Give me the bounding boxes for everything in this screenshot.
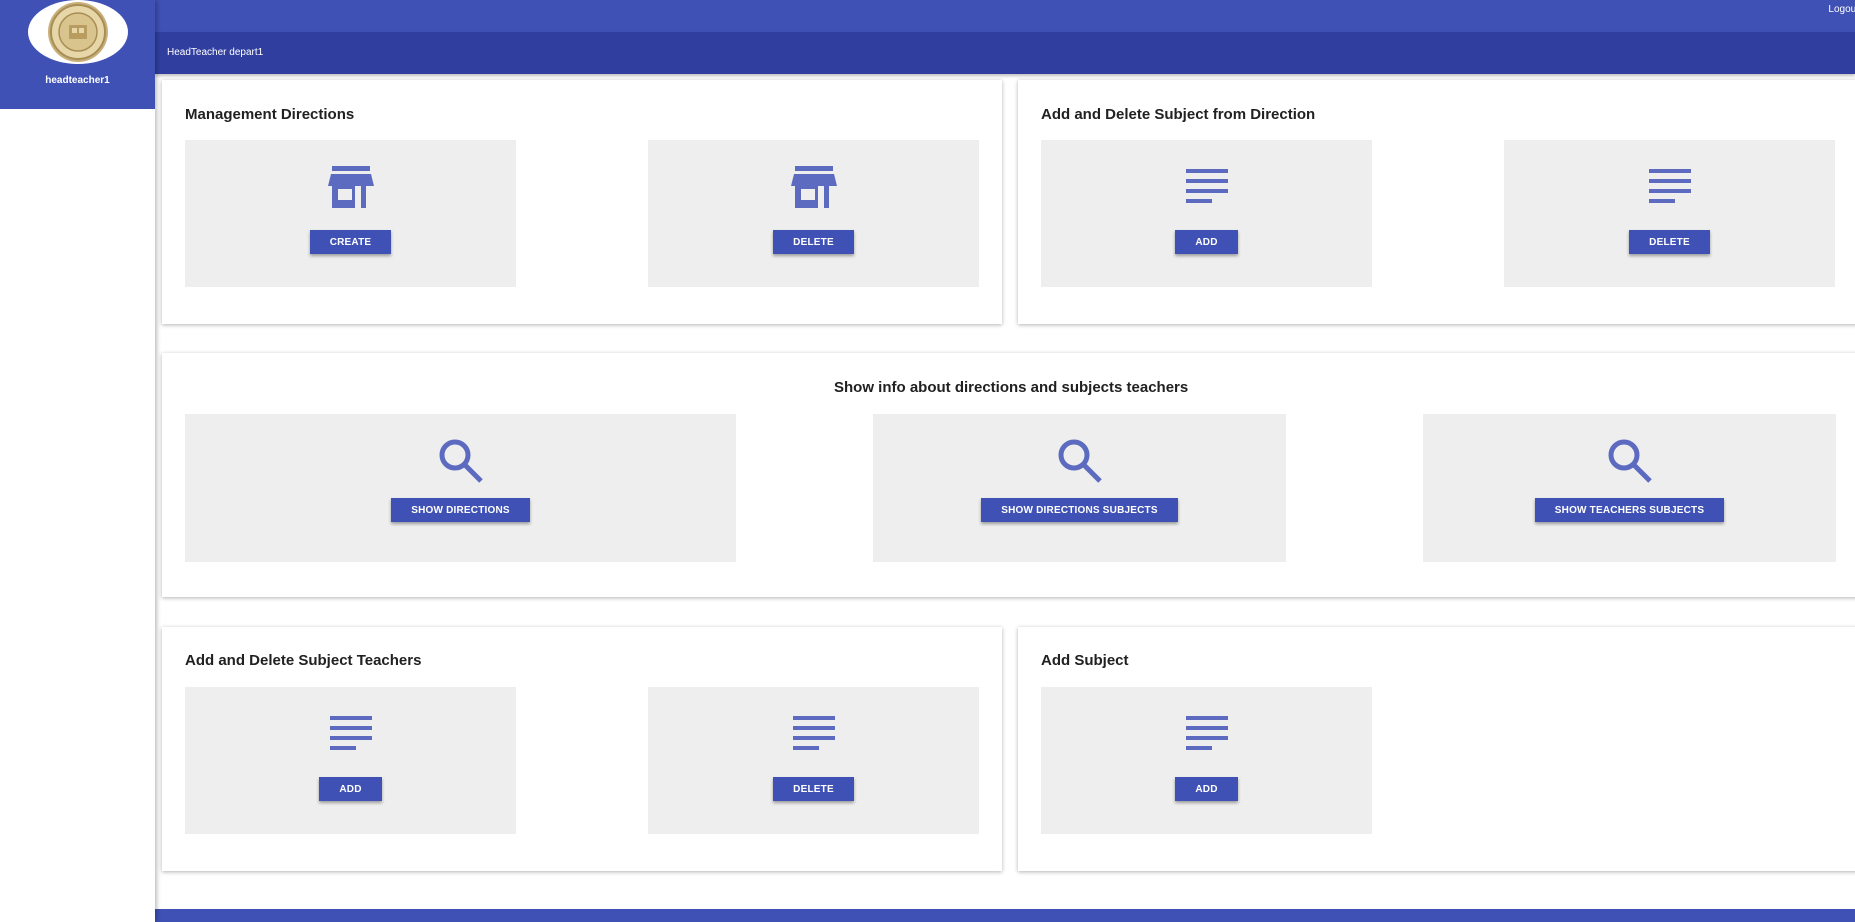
card-title: Add Subject	[1041, 652, 1129, 669]
footer-bar	[155, 909, 1855, 922]
school-seal-logo	[27, 0, 128, 64]
card-add-subject: Add Subject ADD	[1018, 627, 1855, 871]
card-title: Show info about directions and subjects …	[834, 379, 1189, 396]
tile-show-directions-subjects: SHOW DIRECTIONS SUBJECTS	[873, 414, 1286, 562]
search-icon	[438, 438, 484, 484]
add-subject-to-direction-button[interactable]: ADD	[1175, 230, 1238, 254]
show-directions-button[interactable]: SHOW DIRECTIONS	[391, 498, 530, 522]
store-icon	[790, 166, 837, 208]
notes-icon	[792, 713, 835, 755]
search-icon	[1057, 438, 1103, 484]
tile-create-direction: CREATE	[185, 140, 516, 287]
tile-add-subject-direction: ADD	[1041, 140, 1372, 287]
card-management-directions: Management Directions CREATE DELETE	[162, 80, 1002, 324]
search-icon	[1607, 438, 1653, 484]
tile-add-subject-teacher: ADD	[185, 687, 516, 834]
card-title: Add and Delete Subject from Direction	[1041, 106, 1316, 123]
page-title: HeadTeacher depart1	[167, 47, 264, 58]
delete-subject-from-direction-button[interactable]: DELETE	[1629, 230, 1710, 254]
tile-add-subject: ADD	[1041, 687, 1372, 834]
delete-subject-teacher-button[interactable]: DELETE	[773, 777, 854, 801]
notes-icon	[329, 713, 372, 755]
tile-delete-subject-teacher: DELETE	[648, 687, 979, 834]
sidebar: headteacher1	[0, 0, 155, 922]
tile-delete-subject-direction: DELETE	[1504, 140, 1835, 287]
page-header-bar: HeadTeacher depart1	[155, 32, 1855, 74]
delete-direction-button[interactable]: DELETE	[773, 230, 854, 254]
add-subject-button[interactable]: ADD	[1175, 777, 1238, 801]
notes-icon	[1185, 713, 1228, 755]
create-direction-button[interactable]: CREATE	[309, 230, 392, 254]
show-teachers-subjects-button[interactable]: SHOW TEACHERS SUBJECTS	[1534, 498, 1725, 522]
add-subject-teacher-button[interactable]: ADD	[319, 777, 382, 801]
card-title: Add and Delete Subject Teachers	[185, 652, 422, 669]
card-subject-direction: Add and Delete Subject from Direction AD…	[1018, 80, 1855, 324]
notes-icon	[1185, 166, 1228, 208]
tile-delete-direction: DELETE	[648, 140, 979, 287]
card-show-info: Show info about directions and subjects …	[162, 353, 1855, 597]
top-app-bar: Logout	[155, 0, 1855, 32]
show-directions-subjects-button[interactable]: SHOW DIRECTIONS SUBJECTS	[981, 498, 1178, 522]
tile-show-directions: SHOW DIRECTIONS	[185, 414, 736, 562]
card-title: Management Directions	[185, 106, 355, 123]
sidebar-username: headteacher1	[45, 75, 110, 86]
sidebar-header: headteacher1	[0, 0, 155, 109]
card-subject-teachers: Add and Delete Subject Teachers ADD DELE…	[162, 627, 1002, 871]
store-icon	[327, 166, 374, 208]
notes-icon	[1648, 166, 1691, 208]
logout-link[interactable]: Logout	[1828, 4, 1855, 15]
tile-show-teachers-subjects: SHOW TEACHERS SUBJECTS	[1423, 414, 1836, 562]
